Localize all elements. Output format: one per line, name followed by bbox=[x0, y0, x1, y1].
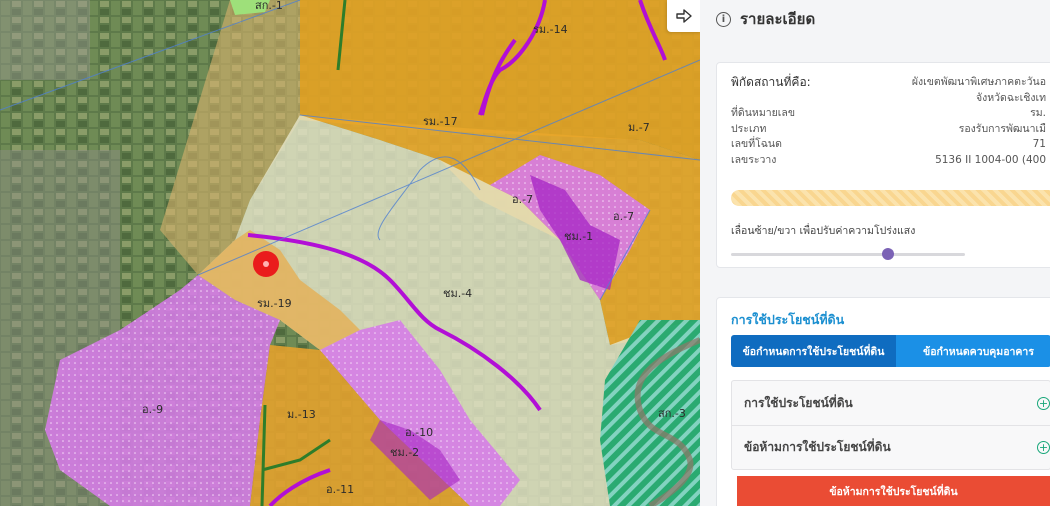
accordion-label: ข้อห้ามการใช้ประโยชน์ที่ดิน bbox=[744, 440, 891, 454]
detail-key: ที่ดินหมายเลข bbox=[731, 107, 796, 119]
plus-circle-icon[interactable]: + bbox=[1037, 396, 1050, 410]
detail-row: เลขระวาง 5136 II 1004-00 (400 bbox=[731, 153, 1046, 169]
prohibition-banner[interactable]: ข้อห้ามการใช้ประโยชน์ที่ดิน bbox=[737, 476, 1050, 506]
zone-label: ม.-13 bbox=[287, 408, 316, 421]
detail-value: 5136 II 1004-00 (400 bbox=[935, 153, 1046, 166]
detail-value: 71 bbox=[1032, 138, 1046, 150]
zone-label: ชม.-1 bbox=[564, 230, 593, 243]
zone-label: ม.-7 bbox=[628, 121, 650, 134]
accordion-land-use-prohibitions[interactable]: ข้อห้ามการใช้ประโยชน์ที่ดิน + bbox=[732, 425, 1050, 469]
detail-row: ประเภท รองรับการพัฒนาเมื bbox=[731, 122, 1046, 138]
location-card: พิกัดสถานที่คือ: ผังเขตพัฒนาพิเศษภาคตะวั… bbox=[716, 62, 1050, 268]
location-marker-center bbox=[263, 261, 269, 267]
map-svg[interactable]: สก.-1 รม.-14 รม.-17 ม.-7 อ.-7 อ.-7 ชม.-1… bbox=[0, 0, 700, 506]
accordion-land-use[interactable]: การใช้ประโยชน์ที่ดิน + bbox=[732, 381, 1050, 425]
tab-building-control[interactable]: ข้อกำหนดควบคุมอาคาร bbox=[896, 335, 1050, 367]
plus-circle-icon[interactable]: + bbox=[1037, 441, 1050, 454]
zone-label: รม.-17 bbox=[423, 115, 458, 128]
panel-header: i รายละเอียด bbox=[700, 0, 1050, 38]
detail-row: ที่ดินหมายเลข รม. bbox=[731, 106, 1046, 122]
location-row-2: จังหวัดฉะเชิงเท bbox=[731, 91, 1046, 107]
detail-key: เลขระวาง bbox=[731, 153, 777, 166]
urban-area-north bbox=[0, 0, 90, 80]
zone-label: รม.-14 bbox=[533, 23, 568, 36]
arrow-right-icon bbox=[676, 9, 692, 23]
zone-label: อ.-11 bbox=[326, 483, 354, 496]
accordion-label: การใช้ประโยชน์ที่ดิน bbox=[744, 395, 853, 410]
zone-label: ชม.-2 bbox=[390, 446, 419, 459]
zone-label: อ.-7 bbox=[613, 210, 634, 223]
land-use-card: การใช้ประโยชน์ที่ดิน ข้อกำหนดการใช้ประโย… bbox=[716, 297, 1050, 506]
detail-row: เลขที่โฉนด 71 bbox=[731, 137, 1046, 153]
land-use-tabs: ข้อกำหนดการใช้ประโยชน์ที่ดิน ข้อกำหนดควบ… bbox=[731, 335, 1050, 367]
zone-label: อ.-10 bbox=[405, 426, 433, 439]
panel-title: รายละเอียด bbox=[740, 10, 816, 28]
detail-value: รองรับการพัฒนาเมื bbox=[958, 122, 1046, 135]
zone-label: อ.-9 bbox=[142, 403, 163, 416]
detail-key: เลขที่โฉนด bbox=[731, 138, 782, 150]
land-use-title: การใช้ประโยชน์ที่ดิน bbox=[731, 312, 845, 327]
opacity-slider-label: เลื่อนซ้าย/ขวา เพื่อปรับค่าความโปร่งแสง bbox=[731, 225, 916, 237]
location-value-line1: ผังเขตพัฒนาพิเศษภาคตะวันอ bbox=[911, 76, 1046, 88]
detail-key: ประเภท bbox=[731, 122, 767, 135]
land-use-accordion: การใช้ประโยชน์ที่ดิน + ข้อห้ามการใช้ประโ… bbox=[731, 380, 1050, 470]
zone-label: รม.-19 bbox=[257, 297, 292, 310]
zone-label: ชม.-4 bbox=[443, 287, 472, 300]
zone-label: สก.-3 bbox=[658, 407, 686, 420]
location-label: พิกัดสถานที่คือ: bbox=[731, 75, 811, 89]
zone-label: อ.-7 bbox=[512, 193, 533, 206]
collapse-panel-button[interactable] bbox=[667, 0, 701, 32]
map-canvas[interactable]: สก.-1 รม.-14 รม.-17 ม.-7 อ.-7 อ.-7 ชม.-1… bbox=[0, 0, 700, 506]
opacity-slider[interactable] bbox=[731, 248, 965, 260]
details-panel: i รายละเอียด พิกัดสถานที่คือ: ผังเขตพัฒน… bbox=[700, 0, 1050, 506]
slider-thumb[interactable] bbox=[881, 248, 894, 260]
info-icon: i bbox=[716, 11, 731, 27]
slider-track[interactable] bbox=[731, 253, 965, 256]
location-row: พิกัดสถานที่คือ: ผังเขตพัฒนาพิเศษภาคตะวั… bbox=[731, 75, 1046, 91]
zone-label: สก.-1 bbox=[255, 0, 283, 12]
location-value-line2: จังหวัดฉะเชิงเท bbox=[975, 91, 1046, 104]
tab-land-use-rules[interactable]: ข้อกำหนดการใช้ประโยชน์ที่ดิน bbox=[731, 335, 896, 367]
zone-color-swatch bbox=[731, 190, 1050, 206]
detail-value: รม. bbox=[1030, 107, 1046, 119]
